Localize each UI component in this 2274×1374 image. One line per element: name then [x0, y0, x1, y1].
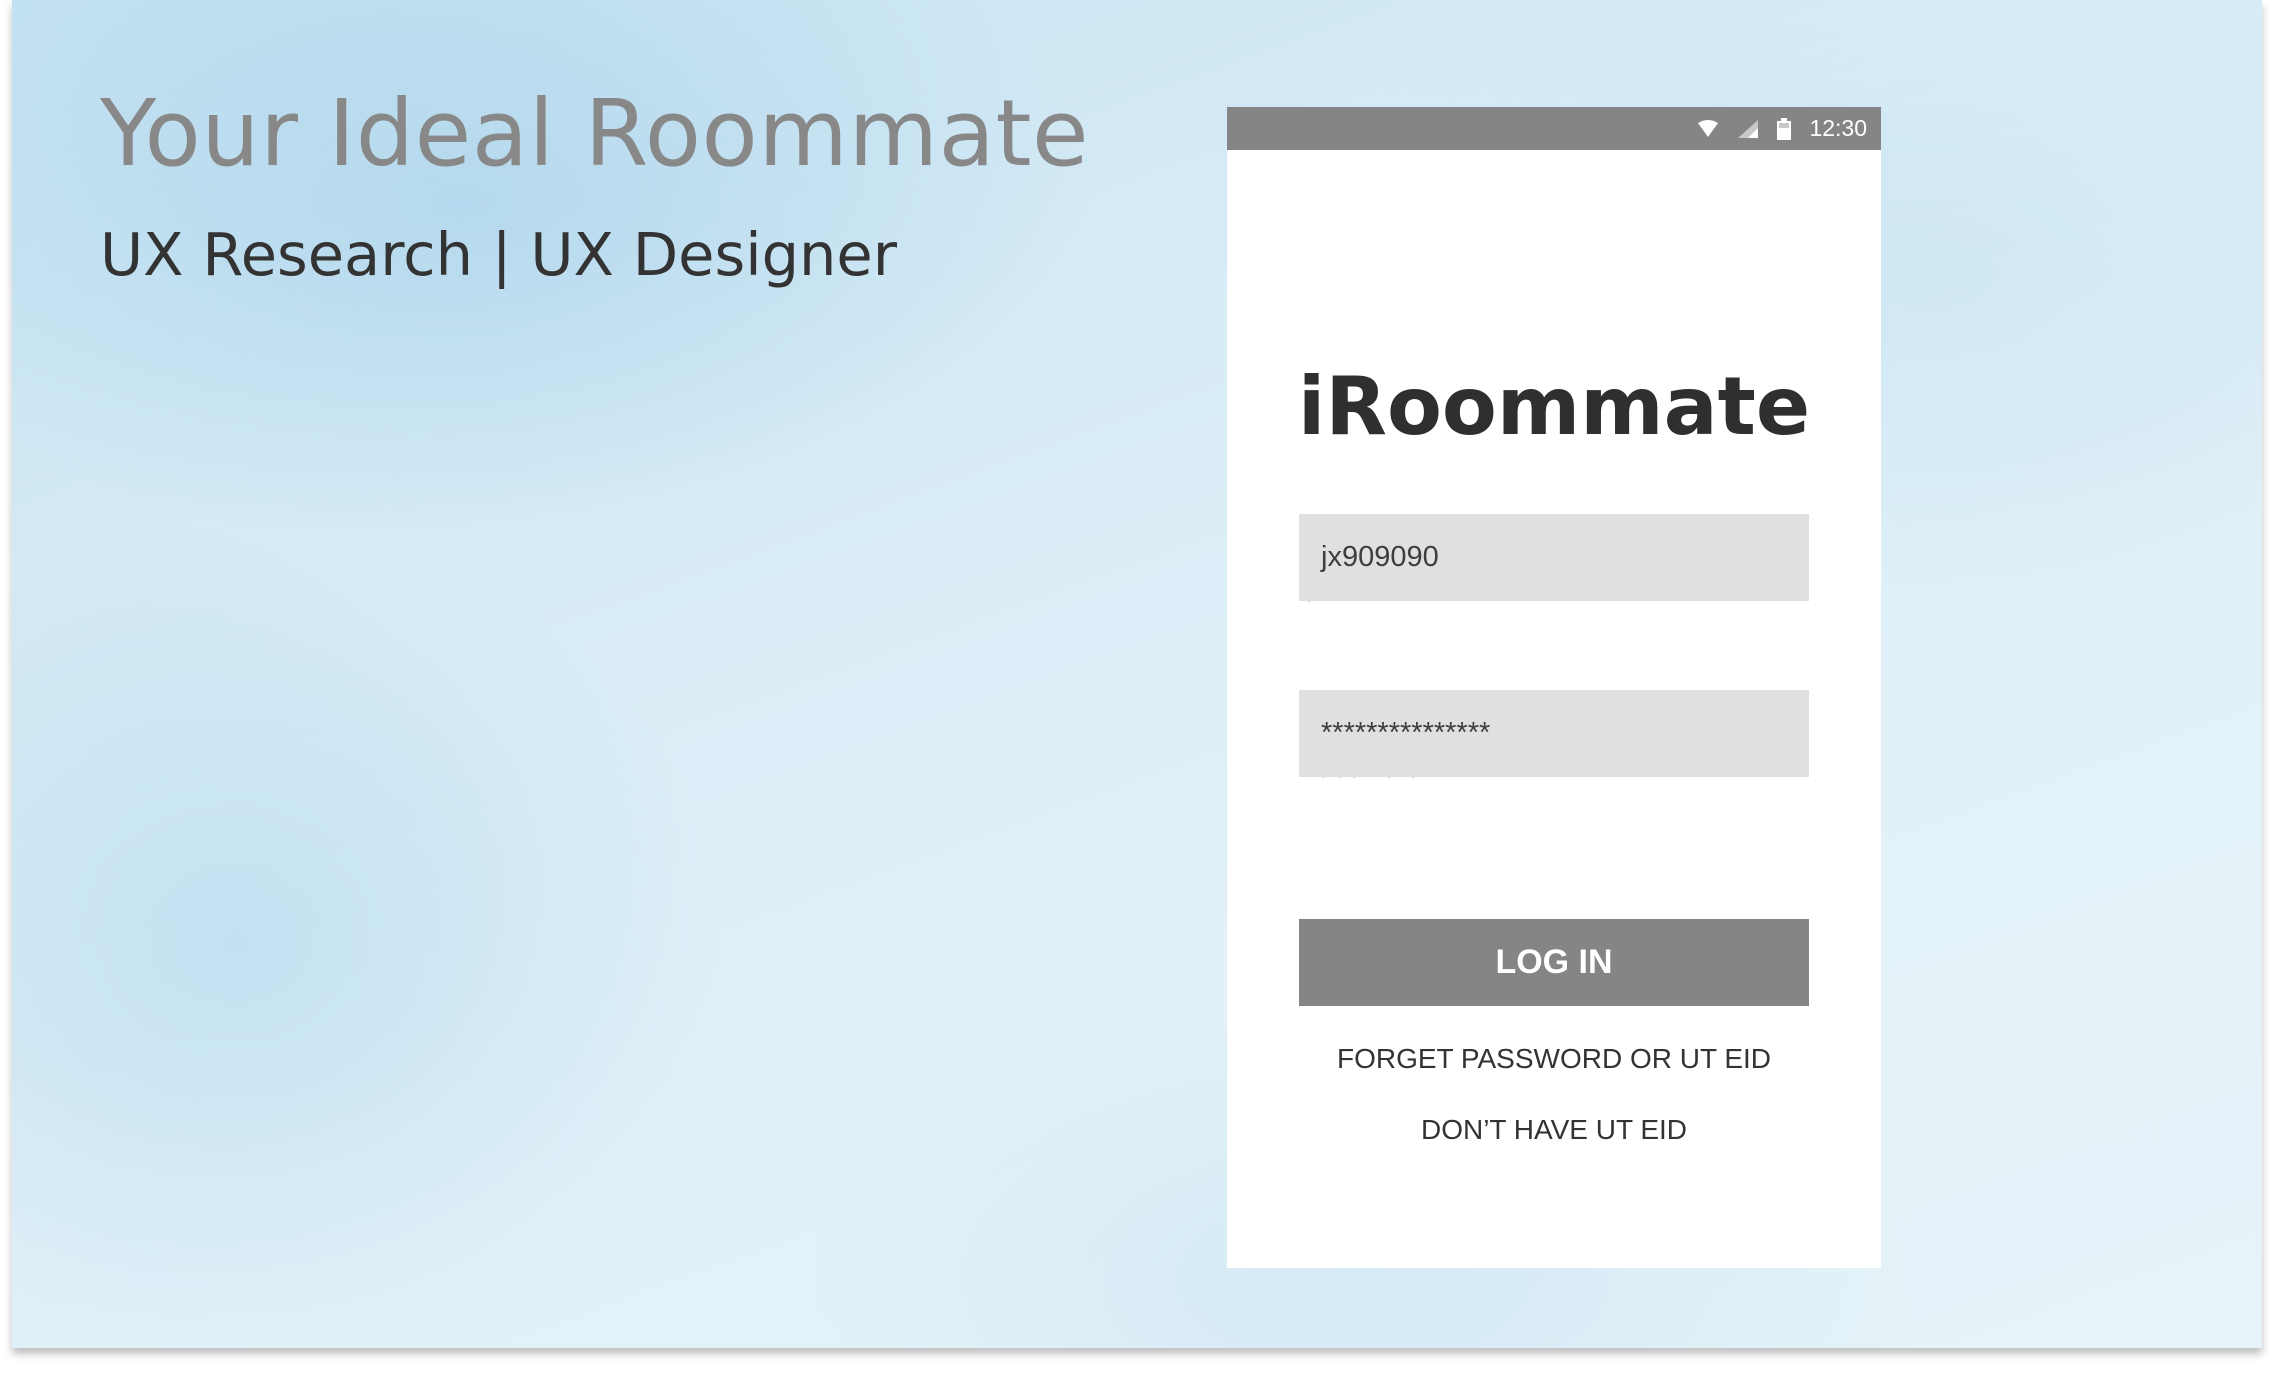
slide-background: Your Ideal Roommate UX Research | UX Des…	[12, 0, 2262, 1348]
eid-input[interactable]: jx909090	[1299, 514, 1809, 601]
password-input[interactable]: ***************	[1299, 690, 1809, 777]
slide-title: Your Ideal Roommate	[100, 80, 1090, 187]
status-icons: 12:30	[1697, 107, 1867, 150]
status-time: 12:30	[1809, 115, 1867, 141]
slide-subtitle: UX Research | UX Designer	[100, 220, 897, 289]
no-eid-link[interactable]: DON’T HAVE UT EID	[1227, 1114, 1881, 1146]
status-bar: 12:30	[1227, 107, 1881, 150]
battery-icon	[1777, 117, 1792, 140]
app-title: iRoommate	[1297, 360, 1811, 453]
login-button[interactable]: LOG IN	[1299, 919, 1809, 1006]
cell-signal-icon	[1737, 119, 1759, 139]
phone-mockup: 12:30 iRoommate UT EID jx909090 Password…	[1227, 107, 1881, 1268]
wifi-icon	[1697, 119, 1719, 138]
forgot-password-link[interactable]: FORGET PASSWORD OR UT EID	[1227, 1043, 1881, 1075]
